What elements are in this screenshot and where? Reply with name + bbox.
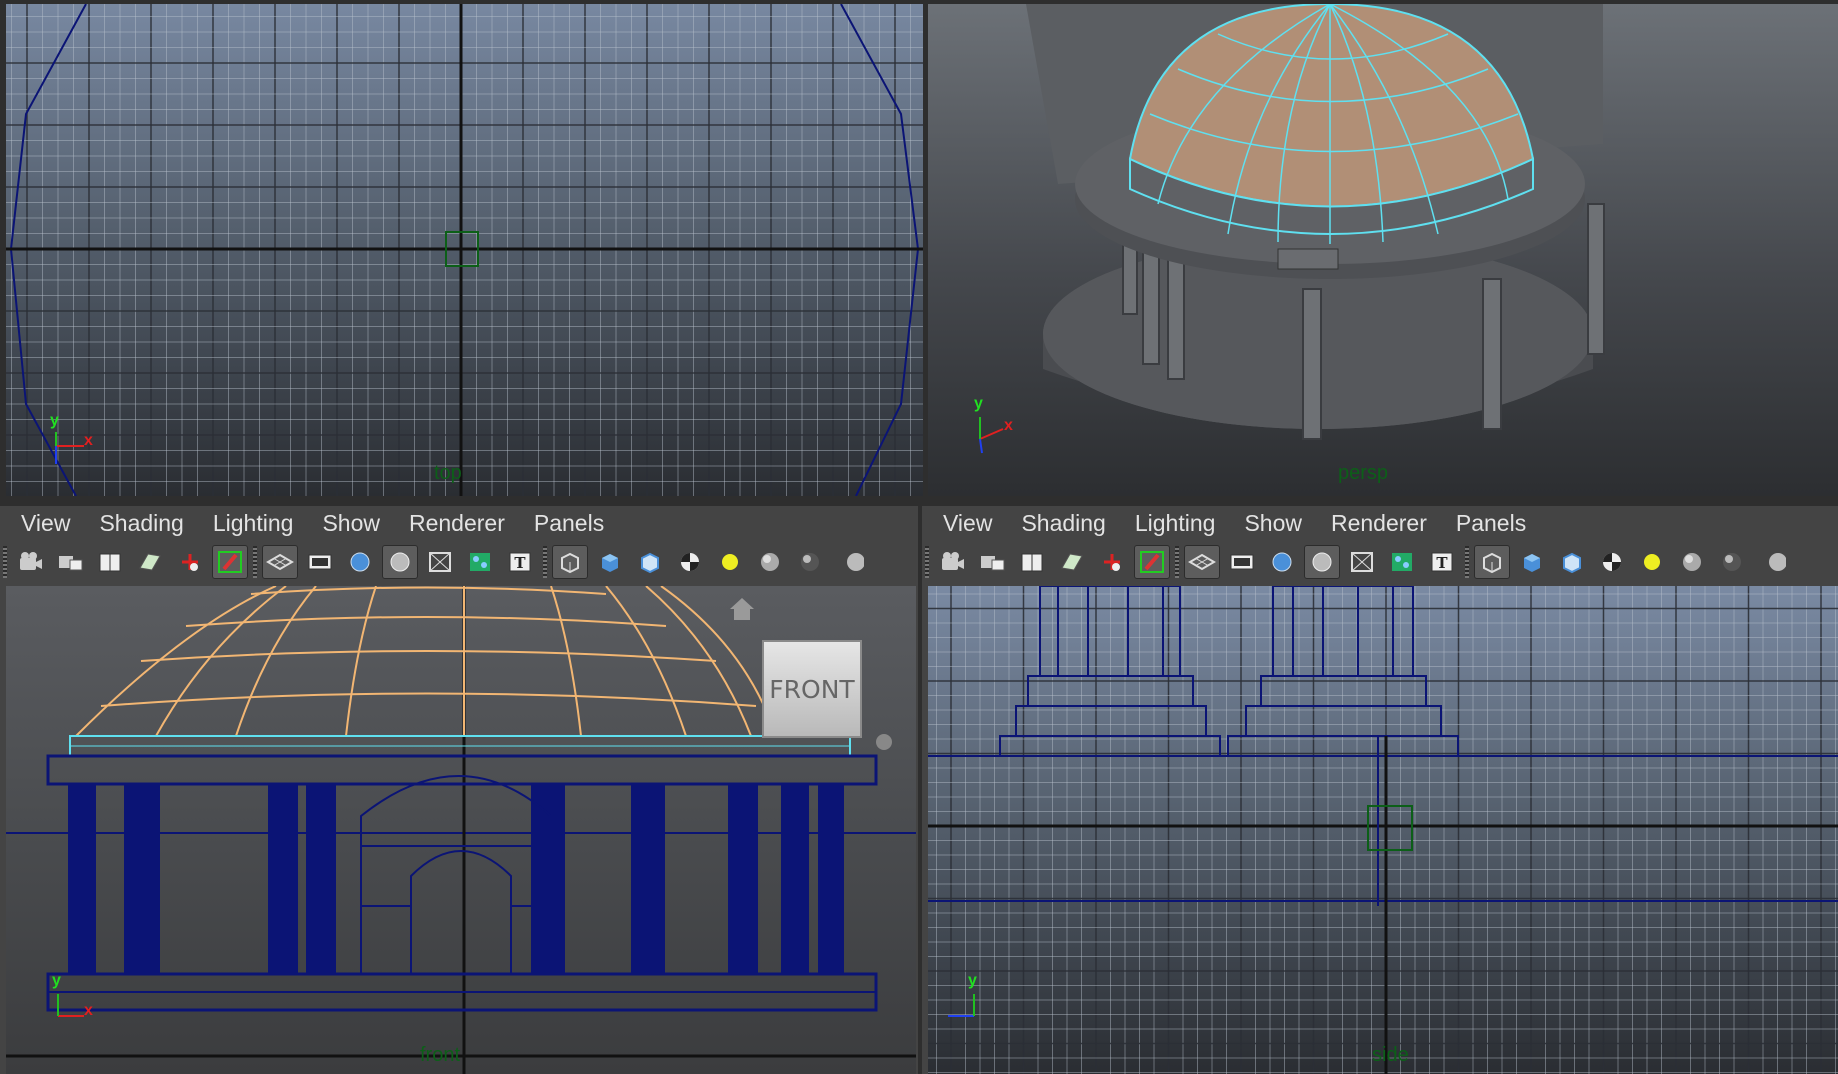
ambient-occlusion-icon[interactable] (1714, 545, 1750, 579)
camera-name-front: front (420, 1044, 461, 1066)
panel-side: View Shading Lighting Show Renderer Pane… (922, 506, 1838, 1074)
wireframe-icon[interactable] (1474, 544, 1510, 579)
axis-x-label: x (1004, 417, 1013, 434)
toolbar-separator[interactable] (253, 545, 257, 578)
axis-y-label: y (974, 395, 983, 412)
default-material-icon[interactable] (632, 545, 668, 579)
menu-lighting[interactable]: Lighting (213, 510, 294, 537)
menu-show[interactable]: Show (1244, 510, 1302, 537)
home-icon[interactable] (728, 596, 756, 622)
menu-show[interactable]: Show (322, 510, 380, 537)
toolbar-separator[interactable] (925, 545, 929, 578)
film-gate-icon[interactable] (1224, 545, 1260, 579)
textured-icon[interactable] (1594, 545, 1630, 579)
viewport-front[interactable]: FRONT y x front (6, 586, 916, 1074)
2d-pan-zoom-icon[interactable] (172, 545, 208, 579)
menu-shading[interactable]: Shading (1021, 510, 1105, 537)
axis-gizmo-persp: y x (968, 395, 1028, 469)
axis-x-label: x (84, 1002, 93, 1019)
shadows-icon[interactable] (1674, 545, 1710, 579)
image-plane-icon[interactable] (132, 545, 168, 579)
axis-y-label: y (968, 972, 977, 989)
axis-y-label: y (50, 412, 59, 429)
wireframe-icon[interactable] (552, 544, 588, 579)
svg-text:T: T (1436, 554, 1448, 572)
menu-lighting[interactable]: Lighting (1135, 510, 1216, 537)
panel-toolbar: T (922, 540, 1838, 583)
smooth-shade-icon[interactable] (1514, 545, 1550, 579)
axis-x-label: x (84, 432, 93, 449)
viewport-side[interactable]: y side (928, 586, 1838, 1074)
default-material-icon[interactable] (1554, 545, 1590, 579)
field-chart-icon[interactable] (422, 545, 458, 579)
side-view-wire (928, 586, 1838, 1074)
panel-menubar: View Shading Lighting Show Renderer Pane… (922, 506, 1838, 540)
svg-text:T: T (514, 554, 526, 572)
smooth-shade-icon[interactable] (592, 545, 628, 579)
menu-view[interactable]: View (21, 510, 70, 537)
menu-renderer[interactable]: Renderer (409, 510, 505, 537)
toolbar-separator[interactable] (543, 545, 547, 578)
top-view-wire (6, 4, 923, 496)
safe-title-icon[interactable]: T (1424, 545, 1460, 579)
textured-icon[interactable] (672, 545, 708, 579)
camera-icon[interactable] (934, 545, 970, 579)
camera-name-top: top (434, 462, 462, 484)
toolbar-separator[interactable] (1175, 545, 1179, 578)
grease-pencil-icon[interactable] (1134, 544, 1170, 579)
menu-view[interactable]: View (943, 510, 992, 537)
camera-icon[interactable] (12, 545, 48, 579)
grease-pencil-icon[interactable] (212, 544, 248, 579)
view-cube-menu-icon[interactable] (876, 734, 892, 750)
use-all-lights-icon[interactable] (712, 545, 748, 579)
camera-name-side: side (1372, 1044, 1409, 1066)
view-cube[interactable]: FRONT (762, 640, 862, 738)
axis-gizmo-top: y x (44, 412, 104, 484)
ambient-occlusion-icon[interactable] (792, 545, 828, 579)
menu-renderer[interactable]: Renderer (1331, 510, 1427, 537)
camera-attributes-icon[interactable] (974, 545, 1010, 579)
panel-toolbar: T (0, 540, 918, 583)
axis-gizmo-side: y (938, 972, 998, 1046)
viewport-persp[interactable]: y x persp (928, 4, 1838, 496)
shadows-icon[interactable] (752, 545, 788, 579)
viewport-top[interactable]: y x top (6, 4, 923, 496)
safe-title-icon[interactable]: T (502, 545, 538, 579)
camera-name-persp: persp (1338, 462, 1389, 484)
use-all-lights-icon[interactable] (1634, 545, 1670, 579)
toolbar-separator[interactable] (3, 545, 7, 578)
grid-icon[interactable] (1184, 544, 1220, 579)
safe-action-icon[interactable] (1384, 545, 1420, 579)
field-chart-icon[interactable] (1344, 545, 1380, 579)
2d-pan-zoom-icon[interactable] (1094, 545, 1130, 579)
menu-shading[interactable]: Shading (99, 510, 183, 537)
resolution-gate-icon[interactable] (1264, 545, 1300, 579)
bookmarks-icon[interactable] (92, 545, 128, 579)
axis-y-label: y (52, 972, 61, 989)
menu-panels[interactable]: Panels (1456, 510, 1526, 537)
camera-attributes-icon[interactable] (52, 545, 88, 579)
grid-icon[interactable] (262, 544, 298, 579)
persp-scene (1026, 4, 1605, 440)
safe-action-icon[interactable] (462, 545, 498, 579)
film-gate-icon[interactable] (302, 545, 338, 579)
motion-blur-icon[interactable] (1754, 545, 1790, 579)
gate-mask-icon[interactable] (1304, 544, 1340, 579)
bookmarks-icon[interactable] (1014, 545, 1050, 579)
gate-mask-icon[interactable] (382, 544, 418, 579)
panel-menubar: View Shading Lighting Show Renderer Pane… (0, 506, 918, 540)
image-plane-icon[interactable] (1054, 545, 1090, 579)
menu-panels[interactable]: Panels (534, 510, 604, 537)
panel-front: View Shading Lighting Show Renderer Pane… (0, 506, 918, 1074)
motion-blur-icon[interactable] (832, 545, 868, 579)
view-cube-label: FRONT (769, 674, 855, 704)
axis-gizmo-front: y x (46, 972, 106, 1046)
toolbar-separator[interactable] (1465, 545, 1469, 578)
resolution-gate-icon[interactable] (342, 545, 378, 579)
